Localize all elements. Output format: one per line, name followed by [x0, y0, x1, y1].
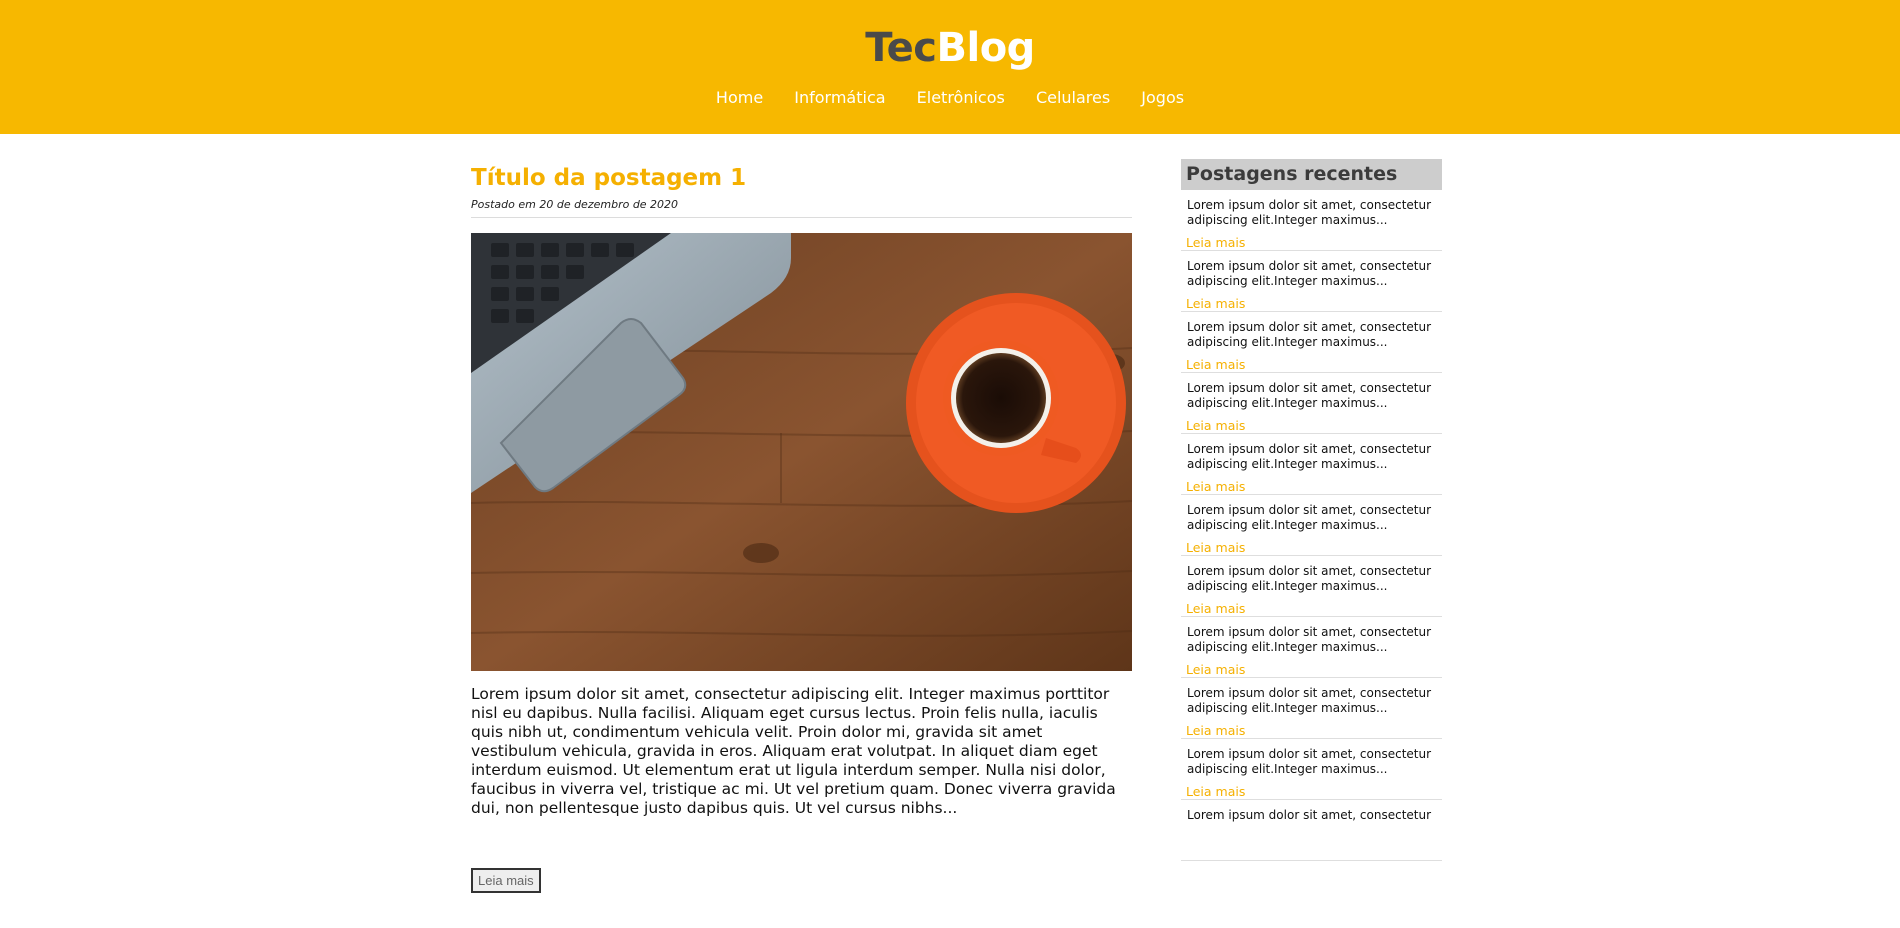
recent-post-read-more-link[interactable]: Leia mais	[1186, 723, 1436, 738]
recent-post-item: Lorem ipsum dolor sit amet, consectetur …	[1181, 190, 1442, 251]
post-article: Título da postagem 1 Postado em 20 de de…	[471, 160, 1132, 893]
recent-post-item: Lorem ipsum dolor sit amet, consectetur …	[1181, 434, 1442, 495]
post-title[interactable]: Título da postagem 1	[471, 160, 1132, 196]
recent-post-read-more-link[interactable]: Leia mais	[1186, 662, 1436, 677]
recent-post-read-more-link[interactable]: Leia mais	[1186, 601, 1436, 616]
logo-blog: Blog	[936, 25, 1036, 71]
recent-post-text: Lorem ipsum dolor sit amet, consectetur …	[1187, 320, 1432, 349]
laptop-coffee-illustration	[471, 233, 1132, 671]
recent-post-item: Lorem ipsum dolor sit amet, consectetur …	[1181, 251, 1442, 312]
recent-post-item: Lorem ipsum dolor sit amet, consectetur …	[1181, 373, 1442, 434]
recent-post-text: Lorem ipsum dolor sit amet, consectetur	[1187, 808, 1432, 822]
logo-tec: Tec	[865, 25, 937, 71]
recent-post-text: Lorem ipsum dolor sit amet, consectetur …	[1187, 198, 1432, 227]
sidebar-title: Postagens recentes	[1181, 159, 1442, 190]
nav-eletronicos[interactable]: Eletrônicos	[917, 88, 1005, 107]
main-nav: Home Informática Eletrônicos Celulares J…	[0, 86, 1900, 110]
recent-post-text: Lorem ipsum dolor sit amet, consectetur …	[1187, 442, 1432, 471]
recent-post-read-more-link[interactable]: Leia mais	[1186, 235, 1436, 250]
recent-post-text: Lorem ipsum dolor sit amet, consectetur …	[1187, 747, 1432, 776]
recent-post-item: Lorem ipsum dolor sit amet, consectetur	[1181, 800, 1442, 861]
recent-post-text: Lorem ipsum dolor sit amet, consectetur …	[1187, 625, 1432, 654]
nav-home[interactable]: Home	[716, 88, 763, 107]
recent-post-read-more-link[interactable]: Leia mais	[1186, 418, 1436, 433]
recent-post-item: Lorem ipsum dolor sit amet, consectetur …	[1181, 617, 1442, 678]
nav-informatica[interactable]: Informática	[794, 88, 885, 107]
recent-post-read-more-link[interactable]: Leia mais	[1186, 784, 1436, 799]
recent-post-item: Lorem ipsum dolor sit amet, consectetur …	[1181, 678, 1442, 739]
recent-post-text: Lorem ipsum dolor sit amet, consectetur …	[1187, 381, 1432, 410]
recent-post-text: Lorem ipsum dolor sit amet, consectetur …	[1187, 686, 1432, 715]
post-image	[471, 233, 1132, 671]
recent-post-text: Lorem ipsum dolor sit amet, consectetur …	[1187, 503, 1432, 532]
site-header: TecBlog Home Informática Eletrônicos Cel…	[0, 0, 1900, 134]
recent-post-item: Lorem ipsum dolor sit amet, consectetur …	[1181, 556, 1442, 617]
recent-post-item: Lorem ipsum dolor sit amet, consectetur …	[1181, 495, 1442, 556]
nav-celulares[interactable]: Celulares	[1036, 88, 1110, 107]
post-excerpt: Lorem ipsum dolor sit amet, consectetur …	[471, 685, 1116, 817]
recent-post-read-more-link[interactable]: Leia mais	[1186, 357, 1436, 372]
recent-post-item: Lorem ipsum dolor sit amet, consectetur …	[1181, 739, 1442, 800]
recent-post-read-more-link[interactable]: Leia mais	[1186, 296, 1436, 311]
recent-post-read-more-link[interactable]: Leia mais	[1186, 540, 1436, 555]
recent-post-text: Lorem ipsum dolor sit amet, consectetur …	[1187, 564, 1432, 593]
read-more-button[interactable]: Leia mais	[471, 868, 541, 893]
site-logo[interactable]: TecBlog	[0, 22, 1900, 74]
recent-post-text: Lorem ipsum dolor sit amet, consectetur …	[1187, 259, 1432, 288]
nav-jogos[interactable]: Jogos	[1141, 88, 1184, 107]
recent-posts-sidebar: Postagens recentes Lorem ipsum dolor sit…	[1181, 159, 1442, 861]
recent-post-item: Lorem ipsum dolor sit amet, consectetur …	[1181, 312, 1442, 373]
post-date: Postado em 20 de dezembro de 2020	[471, 198, 1132, 218]
recent-post-read-more-link[interactable]: Leia mais	[1186, 479, 1436, 494]
